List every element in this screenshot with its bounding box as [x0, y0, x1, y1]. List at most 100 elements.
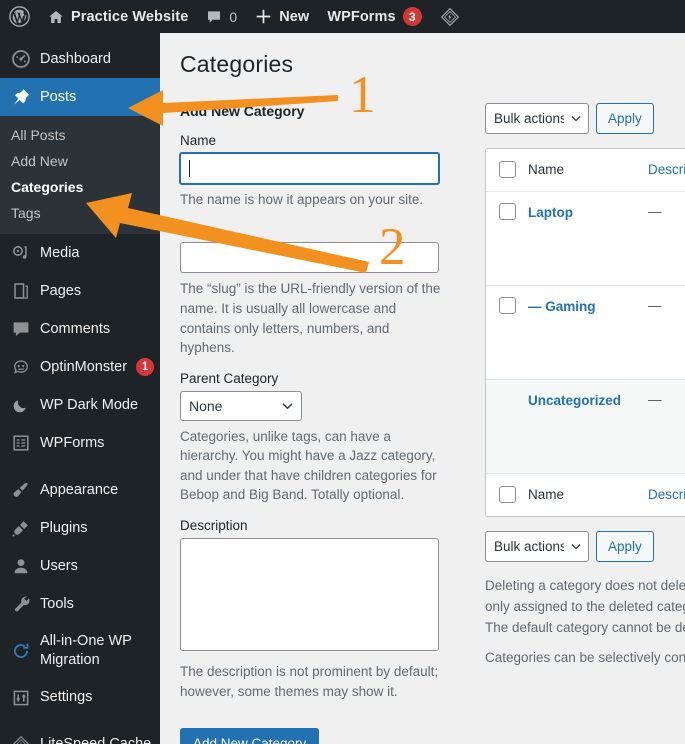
new-content-menu[interactable]: New [246, 0, 318, 33]
row-select-cell [486, 380, 528, 402]
row-checkbox[interactable] [499, 202, 516, 220]
table-row: Uncategorized — [486, 379, 685, 474]
sidebar-item-appearance[interactable]: Appearance [0, 471, 160, 509]
sidebar-item-wp-dark-mode[interactable]: WP Dark Mode [0, 386, 160, 424]
table-row: Laptop — [486, 192, 685, 286]
submenu-label: Tags [11, 205, 41, 221]
sidebar-item-plugins[interactable]: Plugins [0, 509, 160, 547]
submenu-label: Add New [11, 153, 68, 169]
text-cursor [189, 159, 190, 177]
row-description-cell: — [648, 297, 662, 313]
name-input[interactable] [180, 152, 439, 184]
table-header-row: Name Description [486, 148, 685, 192]
sidebar-subitem-categories[interactable]: Categories [0, 174, 160, 200]
category-name-link[interactable]: Laptop [528, 205, 573, 220]
plug-icon [11, 518, 31, 538]
name-field-group: Name The name is how it appears on your … [180, 133, 460, 210]
row-description-cell: — [648, 203, 662, 219]
comment-bubble-icon [11, 319, 31, 339]
apply-button-bottom[interactable]: Apply [596, 530, 654, 562]
sidebar-item-label: Media [40, 244, 80, 261]
add-new-category-form: Add New Category Name The name is how it… [180, 103, 460, 744]
sidebar-subitem-tags[interactable]: Tags [0, 200, 160, 226]
footer-note-line: Deleting a category does not delete th [485, 577, 685, 593]
sidebar-item-posts[interactable]: Posts [0, 78, 160, 116]
add-new-category-button[interactable]: Add New Category [180, 728, 320, 744]
sidebar-item-optinmonster[interactable]: OptinMonster 1 [0, 348, 160, 386]
parent-category-label: Parent Category [180, 370, 279, 386]
categories-footer-notes: Deleting a category does not delete th o… [485, 576, 685, 668]
wordpress-admin-screen: Practice Website 0 New WPForms 3 Dashboa… [0, 0, 685, 744]
category-name-link[interactable]: — Gaming [528, 299, 596, 314]
sidebar-item-label: LiteSpeed Cache [40, 735, 160, 744]
select-all-cell [486, 474, 528, 515]
sidebar-item-users[interactable]: Users [0, 547, 160, 585]
sidebar-item-label: Tools [40, 595, 74, 612]
litespeed-diamond-icon [440, 7, 460, 27]
wordpress-logo-menu[interactable] [0, 0, 39, 33]
sidebar-item-label: Appearance [40, 481, 119, 498]
column-header-name[interactable]: Name [528, 149, 648, 191]
column-footer-name[interactable]: Name [528, 474, 648, 516]
settings-sliders-icon [11, 688, 31, 708]
description-help-text: The description is not prominent by defa… [180, 663, 439, 699]
parent-category-select[interactable]: None [180, 390, 302, 421]
footer-note-line: only assigned to the deleted category [485, 599, 685, 615]
sidebar-item-all-in-one-wp-migration[interactable]: All-in-One WP Migration [0, 623, 160, 679]
sidebar-item-wpforms[interactable]: WPForms [0, 424, 160, 462]
paintbrush-icon [11, 480, 31, 500]
wpforms-menu[interactable]: WPForms 3 [318, 0, 430, 33]
menu-separator [0, 717, 160, 726]
site-name-menu[interactable]: Practice Website [39, 0, 197, 33]
slug-help-text: The “slug” is the URL-friendly version o… [180, 281, 441, 356]
submenu-label: Categories [11, 179, 84, 195]
site-name-label: Practice Website [71, 8, 189, 25]
name-help-text: The name is how it appears on your site. [180, 191, 424, 207]
wordpress-logo-icon [9, 6, 30, 27]
page-icon [11, 281, 31, 301]
sidebar-item-tools[interactable]: Tools [0, 585, 160, 623]
sidebar-item-label: Comments [40, 320, 111, 337]
row-description-cell: — [648, 391, 662, 407]
sidebar-item-label: WP Dark Mode [40, 396, 139, 413]
sidebar-item-litespeed-cache[interactable]: LiteSpeed Cache [0, 726, 160, 744]
optinmonster-badge: 1 [136, 358, 155, 376]
sidebar-item-dashboard[interactable]: Dashboard [0, 40, 160, 78]
description-textarea[interactable] [180, 537, 439, 651]
column-footer-description[interactable]: Description [648, 474, 685, 516]
bulk-actions-select-bottom[interactable]: Bulk actions [485, 530, 589, 562]
new-label: New [279, 8, 310, 25]
admin-bar: Practice Website 0 New WPForms 3 [0, 0, 685, 33]
wpforms-label: WPForms [327, 8, 396, 25]
bulk-actions-select-top[interactable]: Bulk actions [485, 102, 589, 134]
apply-button-top[interactable]: Apply [596, 102, 654, 134]
comments-menu[interactable]: 0 [197, 0, 246, 33]
select-all-cell [486, 149, 528, 190]
description-field-group: Description The description is not promi… [180, 518, 460, 701]
row-checkbox[interactable] [499, 296, 516, 314]
select-all-checkbox-top[interactable] [499, 160, 516, 178]
sidebar-item-pages[interactable]: Pages [0, 272, 160, 310]
sidebar-subitem-add-new[interactable]: Add New [0, 148, 160, 174]
sidebar-item-comments[interactable]: Comments [0, 310, 160, 348]
sidebar-item-media[interactable]: Media [0, 234, 160, 272]
row-select-cell [486, 192, 528, 231]
moon-icon [11, 395, 31, 415]
wpforms-badge: 3 [402, 7, 422, 26]
select-all-checkbox-bottom[interactable] [499, 485, 516, 503]
category-name-link[interactable]: Uncategorized [528, 393, 621, 408]
column-header-description[interactable]: Description [648, 149, 685, 191]
wrench-icon [11, 594, 31, 614]
comment-bubble-icon [206, 9, 222, 25]
categories-table-panel: Bulk actions Apply Name Descr Laptop — —… [485, 102, 685, 669]
litespeed-menu[interactable] [431, 0, 469, 33]
sidebar-subitem-all-posts[interactable]: All Posts [0, 122, 160, 148]
sidebar-item-settings[interactable]: Settings [0, 679, 160, 717]
table-nav-top: Bulk actions Apply [485, 102, 685, 134]
posts-submenu: All Posts Add New Categories Tags [0, 116, 160, 234]
name-label: Name [180, 132, 217, 148]
parent-category-help-text: Categories, unlike tags, can have a hier… [180, 428, 437, 503]
media-icon [11, 243, 31, 263]
form-heading: Add New Category [180, 102, 305, 119]
annotation-number-2: 2 [379, 218, 406, 276]
